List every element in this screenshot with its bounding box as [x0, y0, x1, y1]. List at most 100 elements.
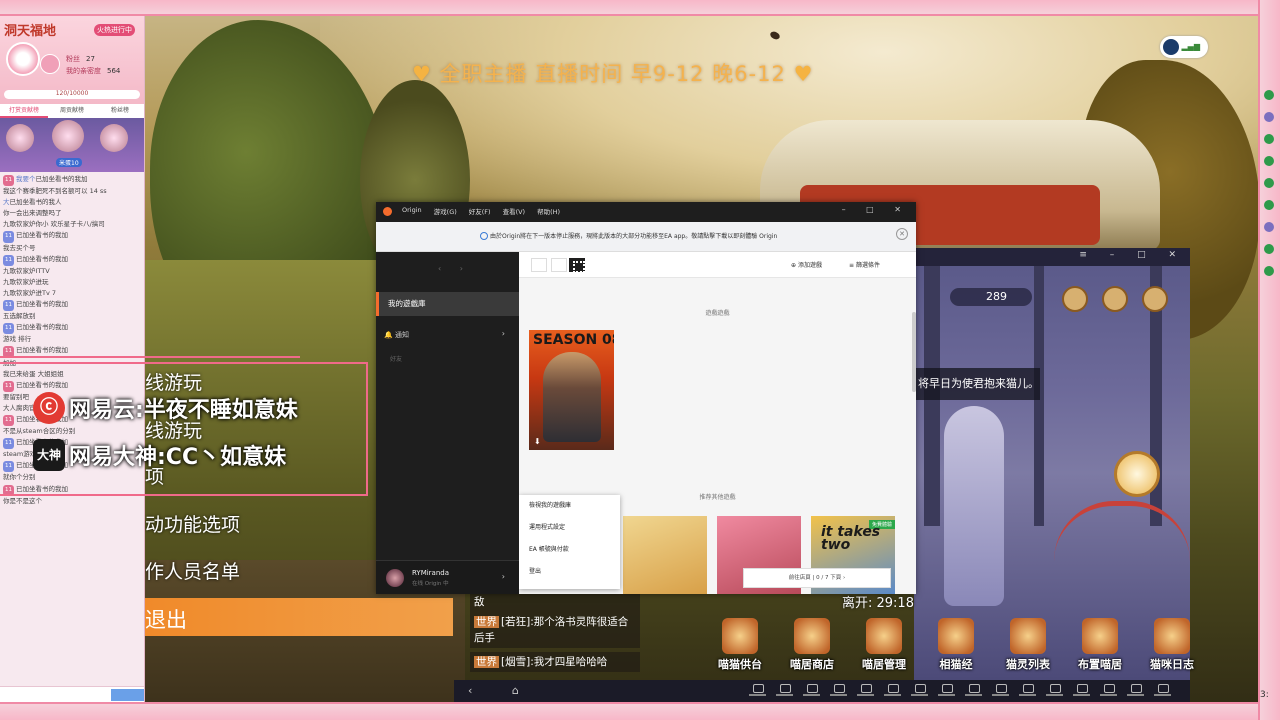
- menu-item-app-settings[interactable]: 運用程式設定: [519, 517, 620, 539]
- tray-icon[interactable]: [1264, 222, 1274, 232]
- hud-button-shop[interactable]: 喵居商店: [776, 618, 848, 672]
- emulator-tool-icon[interactable]: [1041, 682, 1068, 700]
- chat-text: 你是不是这个: [3, 496, 42, 505]
- filter-button[interactable]: ≡ 篩選條件: [849, 260, 880, 269]
- chat-username[interactable]: 我要个: [16, 175, 36, 183]
- scroll-icon[interactable]: [1142, 286, 1168, 312]
- user-profile[interactable]: RYMiranda 在线 Origin 中 ›: [376, 560, 519, 594]
- recommended-game-tile[interactable]: [623, 516, 707, 594]
- chevron-right-icon[interactable]: ›: [502, 329, 505, 338]
- rank-avatar[interactable]: [52, 120, 84, 152]
- dashen-icon: 大神: [33, 439, 65, 471]
- hud-button-cats[interactable]: 猫灵列表: [992, 618, 1064, 672]
- streamer-avatar[interactable]: [6, 42, 40, 76]
- view-list-button[interactable]: [551, 258, 567, 272]
- emulator-tool-icon[interactable]: [1149, 682, 1176, 700]
- emulator-tool-icon[interactable]: [1068, 682, 1095, 700]
- decorate-icon: [1082, 618, 1118, 654]
- menu-item-view-library[interactable]: 檢視我的遊戲庫: [519, 495, 620, 517]
- menu-help[interactable]: 帮助(H): [537, 206, 560, 216]
- pagination[interactable]: 前往店頁 | 0 / 7 下頁 ›: [743, 568, 891, 588]
- menu-view[interactable]: 查看(V): [503, 206, 526, 216]
- emulator-toolbar: ‹ ⌂: [454, 680, 1190, 702]
- emulator-tool-icon[interactable]: [1095, 682, 1122, 700]
- emulator-tool-icon[interactable]: [1014, 682, 1041, 700]
- notice-text[interactable]: 由於Origin將在下一版本停止服務，現將此版本的大部分功能移至EA app。敬…: [490, 231, 777, 240]
- menu-item-ea-account[interactable]: EA 帳號與付款: [519, 539, 620, 561]
- npc-dialog: 将早日为使君抱来猫儿。: [914, 368, 1040, 400]
- emulator-tool-icon[interactable]: [771, 682, 798, 700]
- rank-avatar[interactable]: [100, 124, 128, 152]
- tab-contribution[interactable]: 打赏贡献榜: [0, 104, 48, 118]
- view-grid-button[interactable]: [569, 258, 585, 273]
- tab-fans[interactable]: 粉丝榜: [96, 104, 144, 118]
- altar-icon: [722, 618, 758, 654]
- emulator-tool-icon[interactable]: [960, 682, 987, 700]
- emulator-tool-icon[interactable]: [987, 682, 1014, 700]
- emulator-tool-icon[interactable]: [879, 682, 906, 700]
- hud-button-log[interactable]: 猫咪日志: [1136, 618, 1208, 672]
- game-tile-apex[interactable]: SEASON 08 ⬇: [529, 330, 614, 450]
- sidebar-item-notifications[interactable]: 🔔 通知: [384, 330, 409, 340]
- emulator-tool-icon[interactable]: [852, 682, 879, 700]
- chat-message: 我去买个号: [3, 243, 141, 254]
- chevron-right-icon[interactable]: ›: [502, 572, 505, 581]
- emulator-tool-icon[interactable]: [825, 682, 852, 700]
- bridge: [1054, 501, 1190, 561]
- nav-arrows[interactable]: ‹ ›: [438, 264, 471, 273]
- bell-icon[interactable]: [1102, 286, 1128, 312]
- tray-icon[interactable]: [1264, 244, 1274, 254]
- origin-window: Origin 游戏(G) 好友(F) 查看(V) 帮助(H) – □ ✕ 由於O…: [376, 202, 916, 594]
- tray-icon[interactable]: [1264, 266, 1274, 276]
- view-small-tiles-button[interactable]: [531, 258, 547, 272]
- scrollbar[interactable]: [912, 312, 916, 392]
- steam-status-badge[interactable]: ▂▄▆: [1160, 36, 1208, 58]
- send-button[interactable]: [111, 689, 144, 701]
- chat-text: 已加坐看书的我加: [16, 254, 68, 263]
- tray-icon[interactable]: [1264, 156, 1274, 166]
- tray-icon[interactable]: [1264, 112, 1274, 122]
- sidebar-item-friends[interactable]: 好友: [390, 354, 402, 363]
- emulator-nav-buttons[interactable]: ‹ ⌂: [468, 684, 537, 697]
- chat-message: 你是不是这个: [3, 496, 141, 507]
- library-toolbar: ⊕ 添加遊戲 ≡ 篩選條件: [519, 252, 916, 278]
- game-menu-item-credits[interactable]: 作人员名单: [145, 557, 240, 584]
- cat-icon[interactable]: [1114, 451, 1160, 497]
- menu-origin[interactable]: Origin: [402, 206, 422, 216]
- emulator-tool-icon[interactable]: [933, 682, 960, 700]
- emulator-tool-icon[interactable]: [744, 682, 771, 700]
- level-badge: 11: [3, 231, 14, 243]
- viewer-avatar[interactable]: [40, 54, 60, 74]
- chat-text: 已加坐看书的我人: [9, 198, 62, 207]
- download-icon[interactable]: ⬇: [534, 437, 541, 446]
- window-controls[interactable]: ≡ – □ ✕: [1079, 250, 1186, 260]
- window-controls[interactable]: – □ ✕: [842, 205, 910, 214]
- emulator-tool-icon[interactable]: [1122, 682, 1149, 700]
- hud-button-manage[interactable]: 喵居管理: [848, 618, 920, 672]
- add-game-button[interactable]: ⊕ 添加遊戲: [791, 260, 822, 269]
- chat-input-bar[interactable]: [0, 686, 144, 702]
- game-menu-exit-button[interactable]: 退出: [145, 598, 453, 636]
- emulator-tool-icon[interactable]: [906, 682, 933, 700]
- hud-button-guide[interactable]: 相猫经: [920, 618, 992, 672]
- tray-icon[interactable]: [1264, 200, 1274, 210]
- rank-avatar[interactable]: [6, 124, 34, 152]
- tray-icon[interactable]: [1264, 134, 1274, 144]
- book-icon: [938, 618, 974, 654]
- hud-button-altar[interactable]: 喵猫供台: [704, 618, 776, 672]
- user-name: RYMiranda: [412, 569, 450, 577]
- compass-icon[interactable]: [1062, 286, 1088, 312]
- tray-icon[interactable]: [1264, 90, 1274, 100]
- emulator-tool-icon[interactable]: [798, 682, 825, 700]
- character[interactable]: [944, 406, 1004, 606]
- close-icon[interactable]: ✕: [896, 228, 908, 240]
- tray-icon[interactable]: [1264, 178, 1274, 188]
- menu-friends[interactable]: 好友(F): [469, 206, 491, 216]
- game-menu-item-accessibility[interactable]: 动功能选项: [145, 510, 240, 537]
- tab-weekly[interactable]: 周贡献榜: [48, 104, 96, 118]
- menu-item-sign-out[interactable]: 登出: [519, 561, 620, 583]
- menu-games[interactable]: 游戏(G): [434, 206, 457, 216]
- hud-button-decorate[interactable]: 布置喵居: [1064, 618, 1136, 672]
- chat-text: 九歌钦家炉进玩: [3, 277, 49, 286]
- sidebar-item-library[interactable]: 我的遊戲庫: [376, 292, 519, 316]
